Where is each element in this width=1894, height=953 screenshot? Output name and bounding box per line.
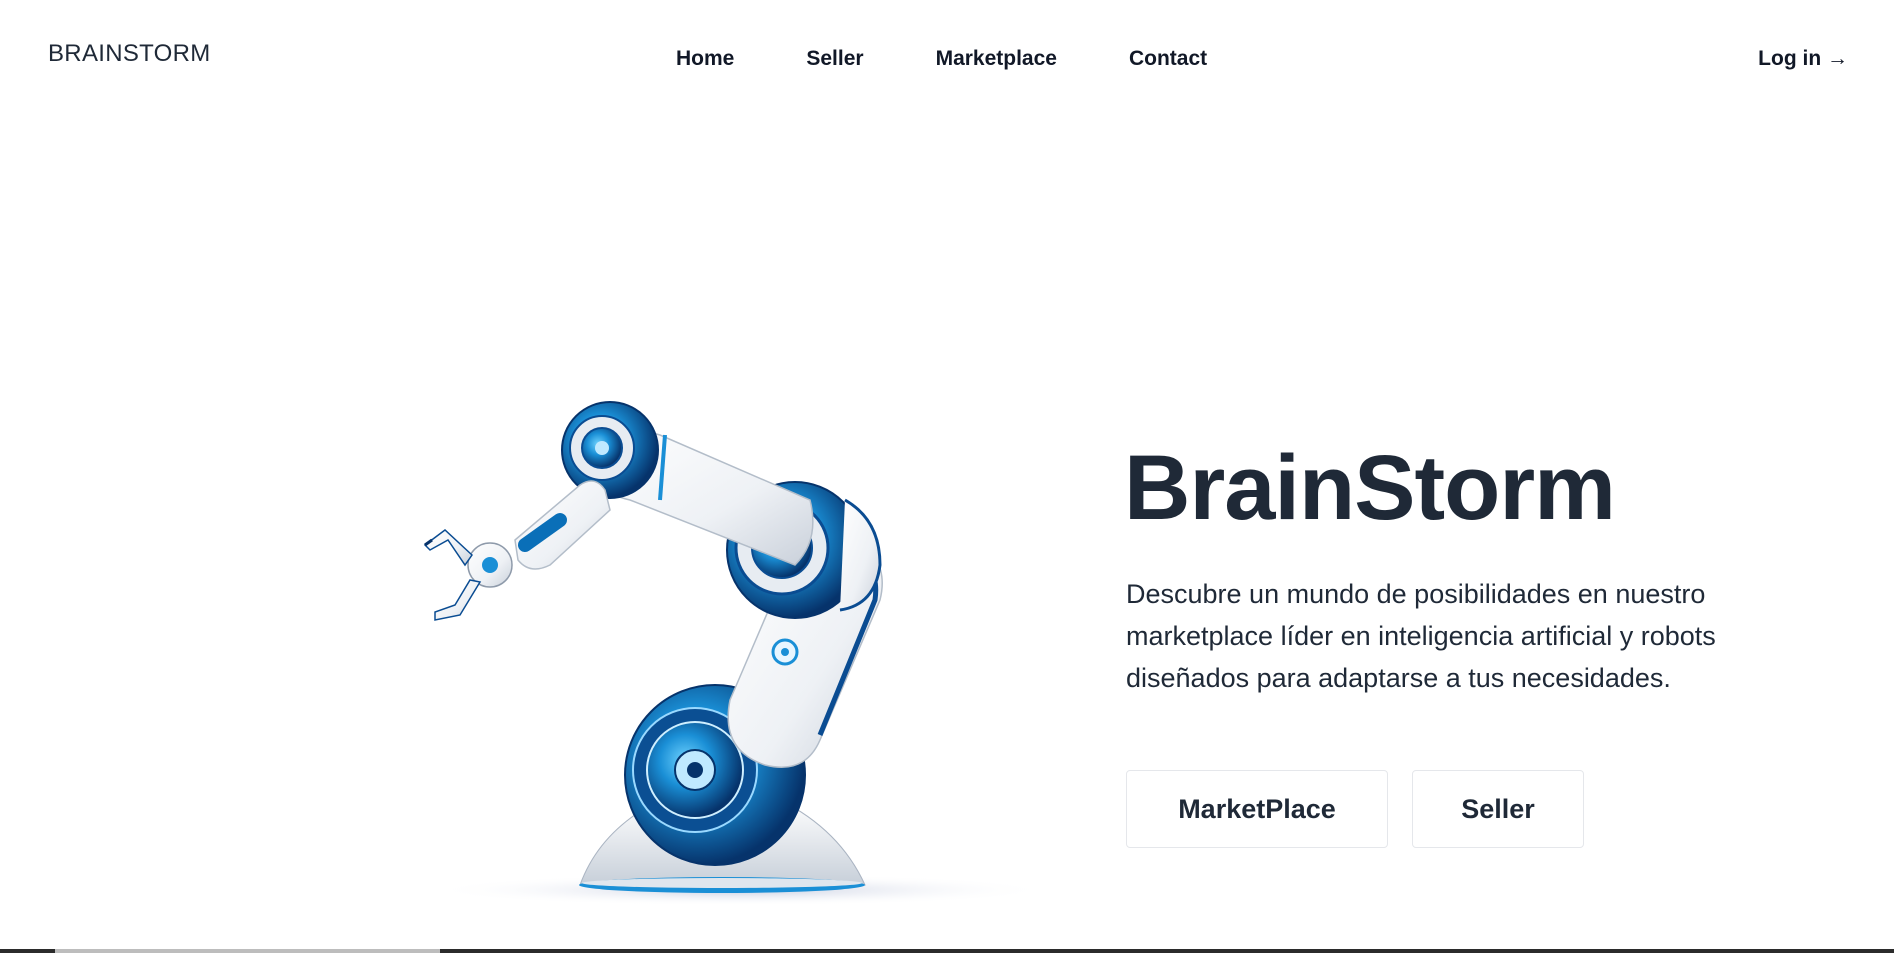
nav-home[interactable]: Home (676, 47, 734, 71)
nav-contact[interactable]: Contact (1129, 47, 1207, 71)
bottom-scrollbar[interactable] (0, 949, 1894, 953)
site-header: BRAINSTORM Home Seller Marketplace Conta… (0, 0, 1894, 120)
marketplace-button[interactable]: MarketPlace (1126, 770, 1388, 848)
brand-logo[interactable]: BRAINSTORM (48, 40, 211, 68)
seller-button[interactable]: Seller (1412, 770, 1584, 848)
login-link[interactable]: Log in → (1758, 47, 1848, 71)
nav-marketplace[interactable]: Marketplace (936, 47, 1057, 71)
main-nav: Home Seller Marketplace Contact (676, 47, 1207, 71)
hero-title: BrainStorm (1124, 437, 1616, 539)
scrollbar-thumb[interactable] (55, 949, 440, 953)
robot-arm-image (410, 390, 1060, 910)
nav-seller[interactable]: Seller (806, 47, 863, 71)
hero-description: Descubre un mundo de posibilidades en nu… (1126, 579, 1716, 693)
